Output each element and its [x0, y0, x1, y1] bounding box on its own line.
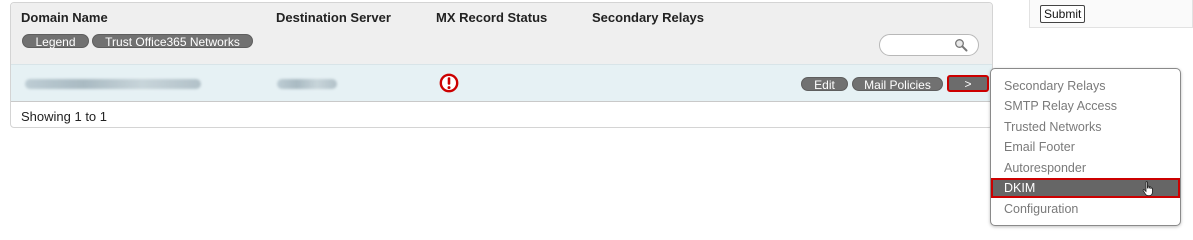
menu-item-label: DKIM	[1004, 181, 1036, 195]
hand-pointer-icon	[1142, 181, 1153, 197]
menu-item-dkim[interactable]: DKIM	[991, 178, 1180, 198]
menu-item-label: Configuration	[1004, 202, 1079, 216]
row-actions-menu: Secondary Relays SMTP Relay Access Trust…	[990, 68, 1181, 226]
trust-office365-networks-button[interactable]: Trust Office365 Networks	[92, 34, 253, 49]
menu-item-trusted-networks[interactable]: Trusted Networks	[991, 117, 1180, 137]
expand-menu-button[interactable]: >	[947, 75, 989, 92]
pagination-info: Showing 1 to 1	[21, 109, 108, 124]
edit-button[interactable]: Edit	[801, 77, 848, 92]
menu-item-label: Email Footer	[1004, 140, 1075, 154]
menu-item-smtp-relay-access[interactable]: SMTP Relay Access	[991, 96, 1180, 116]
menu-item-email-footer[interactable]: Email Footer	[991, 137, 1180, 157]
column-header-mx-record-status[interactable]: MX Record Status	[436, 10, 547, 25]
menu-item-label: Autoresponder	[1004, 161, 1087, 175]
search-input[interactable]	[879, 34, 979, 56]
column-header-domain-name[interactable]: Domain Name	[21, 10, 108, 25]
domains-table-panel: Domain Name Destination Server MX Record…	[10, 2, 993, 128]
menu-item-label: SMTP Relay Access	[1004, 99, 1118, 113]
warning-circle-icon	[439, 73, 459, 93]
menu-item-label: Trusted Networks	[1004, 120, 1102, 134]
table-row[interactable]: Edit Mail Policies >	[11, 64, 992, 102]
menu-item-label: Secondary Relays	[1004, 79, 1106, 93]
column-header-destination-server[interactable]: Destination Server	[276, 10, 391, 25]
search-icon[interactable]	[954, 38, 968, 52]
mail-policies-button[interactable]: Mail Policies	[852, 77, 943, 92]
menu-item-configuration[interactable]: Configuration	[991, 199, 1180, 219]
column-header-secondary-relays[interactable]: Secondary Relays	[592, 10, 704, 25]
legend-button[interactable]: Legend	[22, 34, 89, 49]
domain-name-cell-redacted	[25, 79, 201, 89]
menu-item-secondary-relays[interactable]: Secondary Relays	[991, 76, 1180, 96]
table-header: Domain Name Destination Server MX Record…	[11, 3, 992, 64]
menu-item-autoresponder[interactable]: Autoresponder	[991, 158, 1180, 178]
destination-server-cell-redacted	[277, 79, 337, 89]
submit-button[interactable]: Submit	[1040, 5, 1086, 23]
submit-area: Submit	[1029, 0, 1193, 28]
